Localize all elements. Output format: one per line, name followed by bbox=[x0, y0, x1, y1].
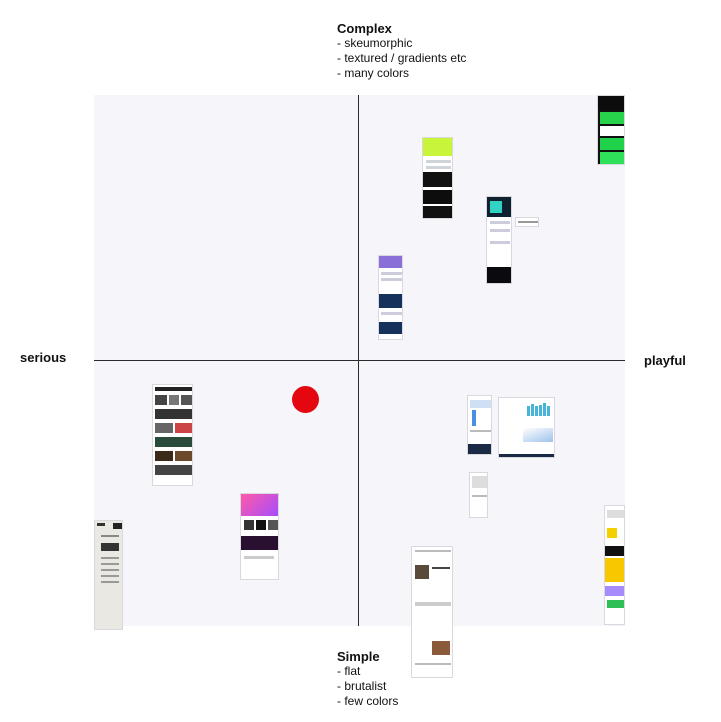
serious-label: serious bbox=[20, 350, 67, 365]
complex-item-2: - textured / gradients etc bbox=[337, 51, 467, 65]
thumb-lime-dark[interactable] bbox=[422, 137, 453, 219]
thumb-teal-dark[interactable] bbox=[486, 196, 512, 284]
thumb-chart-dashboard[interactable] bbox=[498, 397, 555, 458]
complex-item-3: - many colors bbox=[337, 66, 410, 80]
complex-heading: Complex bbox=[337, 21, 392, 36]
thumb-yellow-purple[interactable] bbox=[604, 505, 625, 625]
complex-label-block: Complex - skeumorphic - textured / gradi… bbox=[337, 21, 466, 81]
simple-item-1: - flat bbox=[337, 664, 361, 678]
thumb-newspaper[interactable] bbox=[152, 384, 193, 486]
thumb-small-wide[interactable] bbox=[515, 217, 539, 227]
simple-heading: Simple bbox=[337, 649, 380, 664]
thumb-small-grey[interactable] bbox=[469, 472, 488, 518]
simple-item-3: - few colors bbox=[337, 694, 399, 708]
thumb-minimal-cards[interactable] bbox=[411, 546, 453, 678]
complex-item-1: - skeumorphic bbox=[337, 36, 413, 50]
thumb-purple-navy[interactable] bbox=[378, 255, 403, 340]
thumb-pink-gradient[interactable] bbox=[240, 493, 279, 580]
current-position-marker bbox=[292, 386, 319, 413]
simple-item-2: - brutalist bbox=[337, 679, 387, 693]
horizontal-axis bbox=[94, 360, 625, 361]
thumb-blue-dashboard[interactable] bbox=[467, 395, 492, 455]
simple-label-block: Simple - flat - brutalist - few colors bbox=[337, 649, 398, 709]
playful-label: playful bbox=[644, 353, 686, 368]
thumb-green-black-top-right[interactable] bbox=[597, 95, 625, 165]
thumb-beige-text[interactable] bbox=[94, 520, 123, 630]
